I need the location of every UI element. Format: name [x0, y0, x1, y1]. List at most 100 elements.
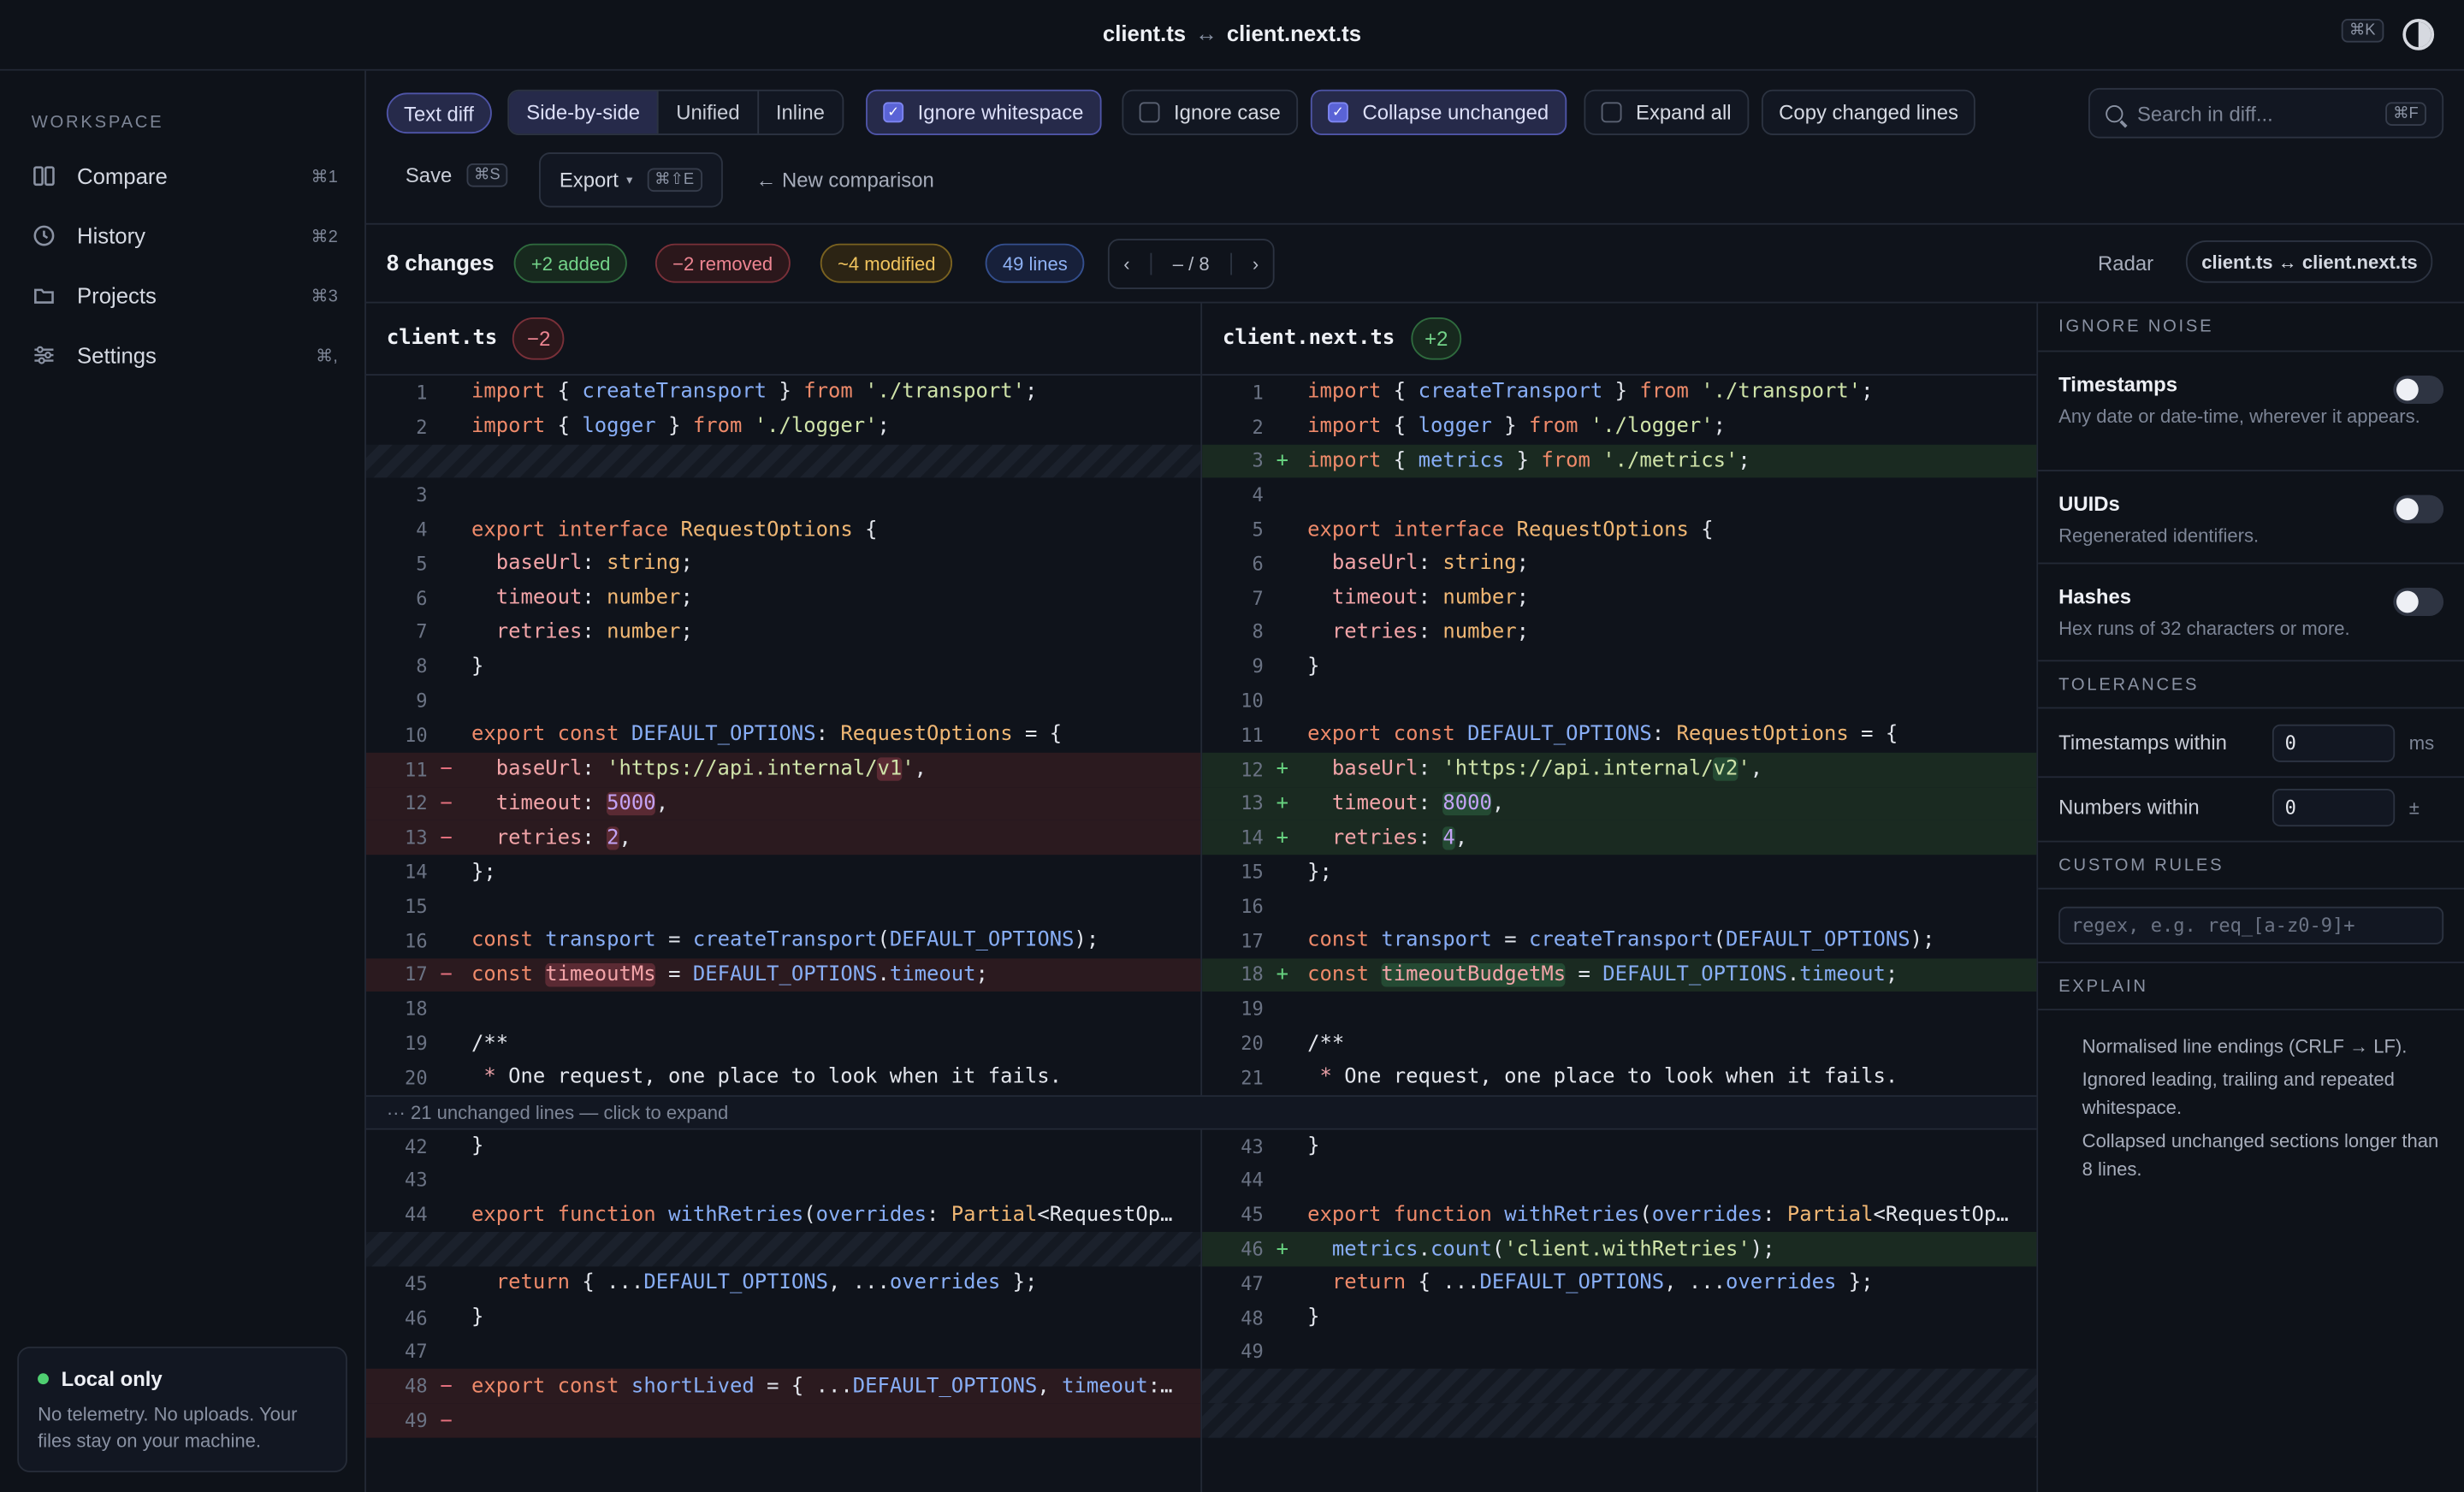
code-text: return { ...DEFAULT_OPTIONS, ...override…: [495, 1271, 1038, 1296]
timestamps-tolerance-input[interactable]: 0: [2272, 723, 2396, 761]
ignore-whitespace-checkbox[interactable]: ✓ Ignore whitespace: [866, 89, 1101, 135]
code-line: 16: [1202, 890, 2036, 924]
code-text: baseUrl: string;: [495, 552, 693, 576]
view-side-by-side-button[interactable]: Side-by-side: [509, 91, 660, 134]
code-text: import { metrics } from './metrics';: [1307, 449, 1750, 473]
modified-badge[interactable]: ~4 modified: [820, 243, 953, 283]
code-line: 11 export const DEFAULT_OPTIONS: RequestO…: [1202, 718, 2036, 752]
code-line: 49−: [365, 1403, 1201, 1438]
code-line: [1202, 1369, 2037, 1404]
timestamps-toggle[interactable]: [2393, 375, 2444, 405]
code-line: 48}: [1202, 1300, 2036, 1335]
code-line: 7 retries: number;: [366, 615, 1200, 649]
line-number: 6: [416, 587, 428, 610]
code-text: import { createTransport } from './trans…: [471, 381, 1038, 405]
plus-icon: +: [1276, 791, 1288, 816]
export-kbd: ⌘⇧E: [646, 168, 702, 192]
save-kbd: ⌘S: [465, 163, 508, 187]
explain-item: Collapsed unchanged sections longer than…: [2082, 1129, 2439, 1181]
custom-rule-input[interactable]: regex, e.g. req_[a-z0-9]+: [2058, 906, 2444, 944]
code-text: timeout: number;: [495, 586, 693, 610]
code-line: 44 export function withRetries(overrides:…: [366, 1198, 1200, 1232]
text-diff-button[interactable]: Text diff: [386, 92, 492, 134]
plus-icon: +: [1276, 449, 1288, 473]
divider: [2038, 470, 2464, 472]
added-badge[interactable]: +2 added: [513, 243, 628, 283]
swap-arrow-icon: ↔: [1195, 20, 1217, 46]
numbers-tolerance-input[interactable]: 0: [2272, 788, 2396, 826]
file-pair-chip[interactable]: client.ts ↔ client.next.ts: [2185, 240, 2433, 283]
copy-changed-lines-button[interactable]: Copy changed lines: [1761, 89, 1976, 135]
command-palette-kbd[interactable]: ⌘K: [2341, 19, 2384, 43]
chevron-down-icon: ▾: [626, 173, 633, 187]
line-number: 45: [1241, 1204, 1264, 1227]
code-text: }: [471, 654, 484, 679]
collapsed-lines-bar[interactable]: ··· 21 unchanged lines — click to expand: [365, 1095, 2037, 1130]
prev-change-icon[interactable]: ‹: [1123, 253, 1129, 275]
hashes-toggle[interactable]: [2393, 587, 2444, 617]
search-input[interactable]: Search in diff... ⌘F: [2088, 87, 2444, 139]
code-text: };: [471, 860, 496, 885]
code-line: 49: [1202, 1335, 2036, 1369]
minus-icon: −: [440, 791, 453, 816]
sidebar-item-label: Compare: [77, 163, 168, 189]
code-line: 6 timeout: number;: [366, 581, 1200, 615]
sidebar-item-settings[interactable]: Settings ⌘,: [32, 333, 338, 376]
code-line: 16 const transport = createTransport(DEFA…: [366, 924, 1200, 958]
line-number: 9: [1252, 655, 1264, 678]
code-line: 14 + retries: 4,: [1202, 820, 2037, 856]
sidebar-item-projects[interactable]: Projects ⌘3: [32, 274, 338, 317]
tolerance-label: Numbers within: [2058, 795, 2200, 819]
code-text: * One request, one place to look when it…: [483, 1065, 1063, 1090]
sidebar-item-history[interactable]: History ⌘2: [32, 214, 338, 258]
sidebar-item-compare[interactable]: Compare ⌘1: [32, 154, 338, 198]
right-diff-pane: client.next.ts +2 1 import { createTranspo…: [1202, 303, 2039, 1492]
line-number: 44: [405, 1204, 428, 1227]
code-line: 46 + metrics.count('client.withRetries');: [1202, 1232, 2037, 1267]
minus-icon: −: [440, 962, 453, 987]
line-number: 1: [1252, 382, 1264, 404]
code-line: 8 retries: number;: [1202, 615, 2036, 649]
line-number: 15: [405, 895, 428, 918]
code-line: 6 baseUrl: string;: [1202, 547, 2036, 581]
code-line: 18 + const timeoutBudgetMs = DEFAULT_OPTIO…: [1202, 957, 2037, 992]
radar-button[interactable]: Radar: [2098, 252, 2153, 275]
option-title: Timestamps: [2058, 372, 2178, 396]
explain-item: Ignored leading, trailing and repeated w…: [2082, 1068, 2395, 1119]
shortcut-hint: ⌘1: [311, 167, 338, 186]
code-text: baseUrl: 'https://api.internal/v2',: [1331, 757, 1763, 782]
expand-all-checkbox[interactable]: Expand all: [1584, 89, 1749, 135]
minus-icon: −: [440, 757, 453, 782]
check-icon: ✓: [883, 102, 904, 123]
theme-toggle-icon[interactable]: [2402, 19, 2435, 50]
code-text: timeout: 8000,: [1331, 791, 1505, 816]
ignore-case-checkbox[interactable]: Ignore case: [1122, 89, 1299, 135]
shortcut-hint: ⌘,: [316, 346, 338, 366]
code-line: 8}: [366, 649, 1200, 684]
code-text: };: [1307, 860, 1332, 885]
code-text: export const DEFAULT_OPTIONS: RequestOpt…: [471, 723, 1063, 748]
view-inline-button[interactable]: Inline: [759, 92, 842, 134]
code-line: 12− timeout: 5000,: [365, 786, 1201, 821]
options-panel: IGNORE NOISE Timestamps Any date or date-…: [2038, 303, 2464, 1492]
code-line: 9}: [1202, 649, 2036, 684]
code-text: }: [471, 1134, 484, 1158]
new-comparison-link[interactable]: ← New comparison: [755, 169, 933, 192]
save-label: Save: [405, 163, 453, 187]
export-dropdown[interactable]: Export ▾ ⌘⇧E: [539, 152, 723, 208]
line-number: 19: [1241, 998, 1264, 1021]
code-text: const timeoutBudgetMs = DEFAULT_OPTIONS.…: [1307, 962, 1898, 987]
sidebar-item-label: Settings: [77, 342, 157, 368]
timestamps-option: Timestamps Any date or date-time, whereve…: [2058, 372, 2444, 430]
collapse-unchanged-checkbox[interactable]: ✓ Collapse unchanged: [1310, 89, 1567, 135]
left-diff-pane: client.ts −2 1 import { createTransport } …: [365, 303, 1203, 1492]
view-unified-button[interactable]: Unified: [659, 91, 759, 134]
code-text: * One request, one place to look when it…: [1319, 1065, 1898, 1090]
next-change-icon[interactable]: ›: [1253, 253, 1259, 275]
code-text: retries: 4,: [1331, 826, 1468, 850]
line-number: 4: [1252, 484, 1264, 506]
shortcut-hint: ⌘2: [311, 227, 338, 246]
removed-badge[interactable]: −2 removed: [654, 243, 791, 283]
save-button[interactable]: Save ⌘S: [406, 163, 508, 187]
uuids-toggle[interactable]: [2393, 494, 2444, 524]
